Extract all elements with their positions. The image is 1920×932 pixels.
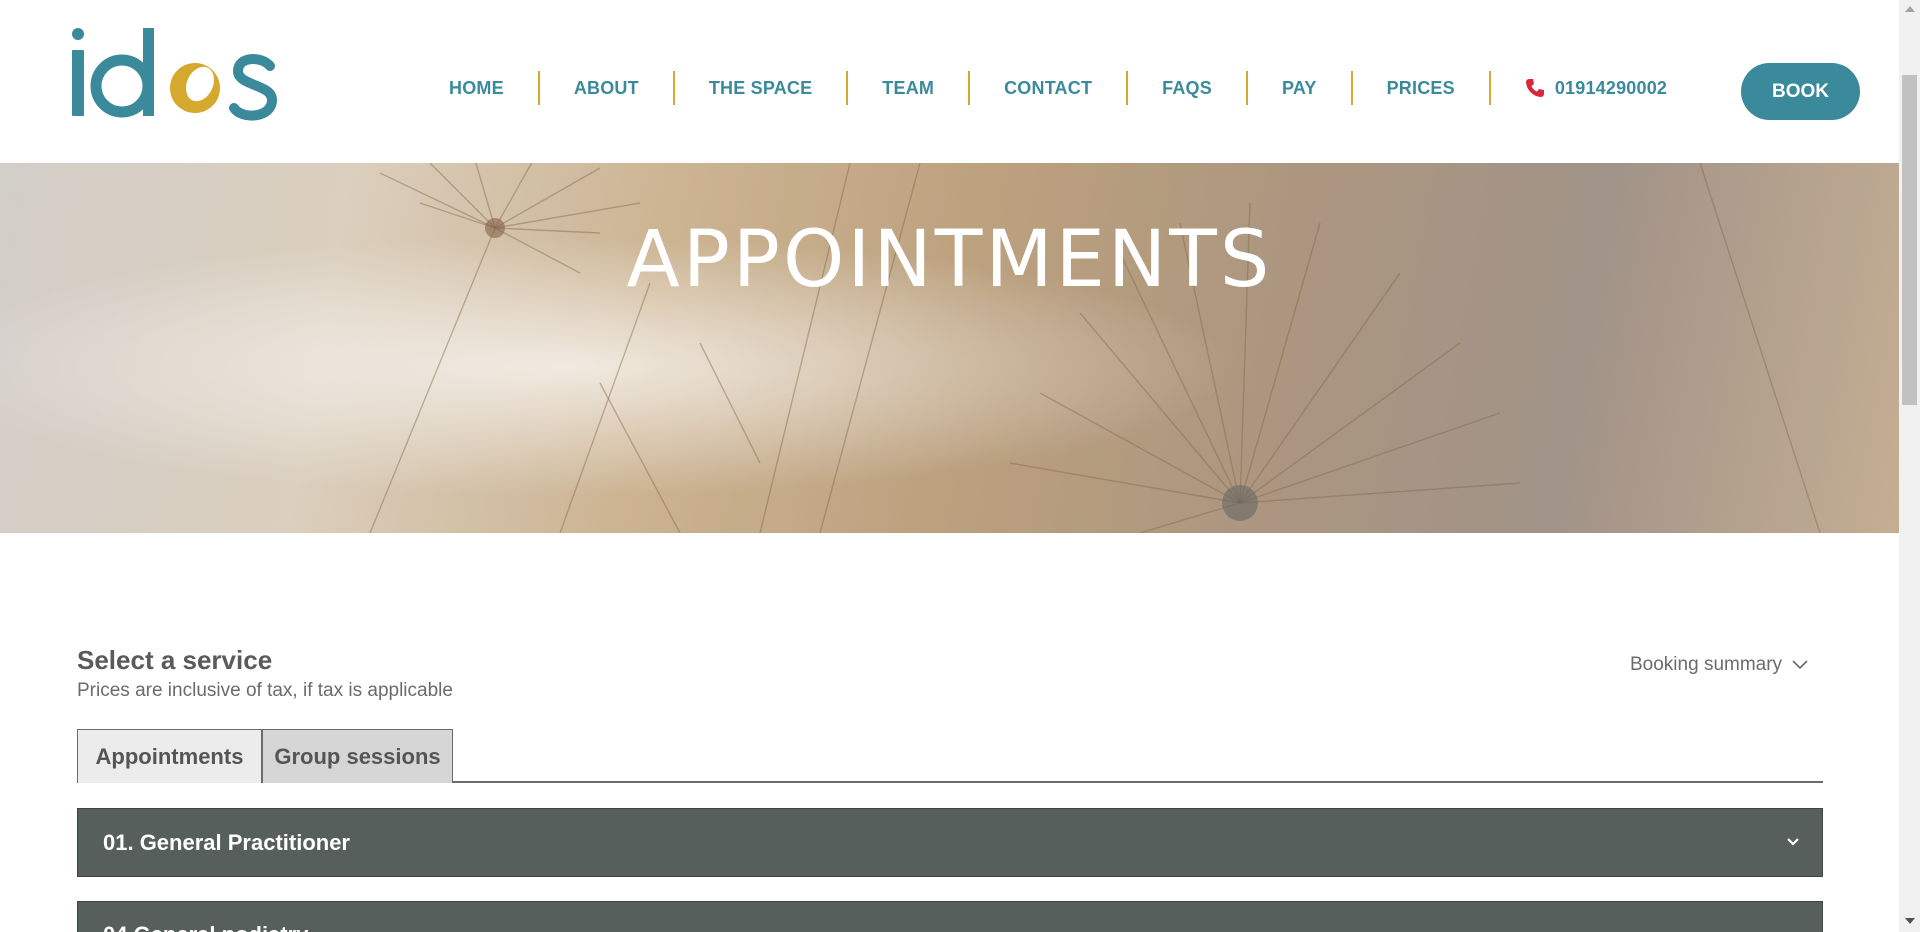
- page-scrollbar[interactable]: [1899, 0, 1920, 932]
- tab-appointments[interactable]: Appointments: [77, 729, 262, 783]
- chevron-down-icon: [1787, 837, 1799, 846]
- book-button[interactable]: BOOK: [1741, 63, 1860, 120]
- nav-team[interactable]: TEAM: [848, 78, 968, 99]
- scroll-up-arrow-icon[interactable]: [1905, 6, 1915, 12]
- nav-about[interactable]: ABOUT: [540, 78, 673, 99]
- booking-header: Select a service Prices are inclusive of…: [77, 645, 1823, 702]
- category-general-podiatry[interactable]: 04 General podiatry: [77, 901, 1823, 932]
- service-tabs: Appointments Group sessions: [77, 729, 1823, 783]
- phone-icon: [1525, 79, 1544, 97]
- hero-banner: APPOINTMENTS: [0, 163, 1899, 533]
- category-label: 04 General podiatry: [103, 922, 308, 932]
- phone-number: 01914290002: [1554, 77, 1668, 98]
- nav-faqs[interactable]: FAQS: [1128, 78, 1246, 99]
- booking-summary-toggle[interactable]: Booking summary: [1630, 654, 1808, 676]
- scroll-down-arrow-icon[interactable]: [1905, 918, 1915, 924]
- tab-group-sessions[interactable]: Group sessions: [262, 729, 453, 783]
- main-nav: HOME ABOUT THE SPACE TEAM CONTACT FAQS P…: [415, 62, 1701, 114]
- nav-home[interactable]: HOME: [415, 78, 538, 99]
- nav-phone-link[interactable]: 01914290002: [1491, 78, 1701, 99]
- nav-pay[interactable]: PAY: [1248, 78, 1351, 99]
- nav-prices[interactable]: PRICES: [1353, 78, 1489, 99]
- tax-note: Prices are inclusive of tax, if tax is a…: [77, 680, 453, 701]
- chevron-down-icon: [1792, 660, 1808, 670]
- category-general-practitioner[interactable]: 01. General Practitioner: [77, 808, 1823, 877]
- page-title: APPOINTMENTS: [626, 215, 1273, 305]
- select-service-heading: Select a service: [77, 645, 273, 675]
- scrollbar-thumb[interactable]: [1902, 75, 1917, 405]
- site-header: HOME ABOUT THE SPACE TEAM CONTACT FAQS P…: [0, 0, 1899, 163]
- nav-contact[interactable]: CONTACT: [970, 78, 1126, 99]
- nav-the-space[interactable]: THE SPACE: [675, 78, 846, 99]
- idos-logo[interactable]: [70, 26, 280, 122]
- booking-summary-label: Booking summary: [1630, 654, 1783, 675]
- category-label: 01. General Practitioner: [103, 829, 350, 855]
